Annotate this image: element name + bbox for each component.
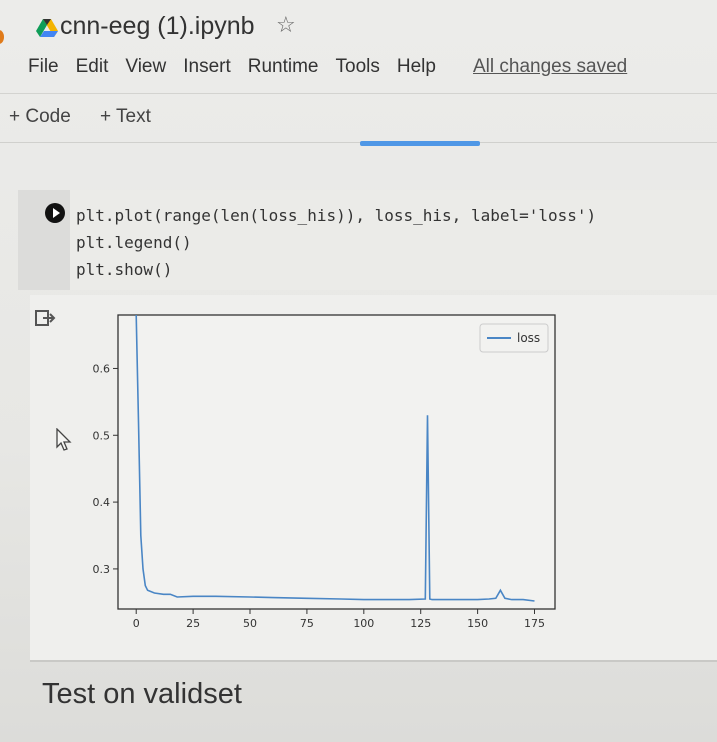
x-tick-label: 175: [524, 617, 545, 630]
drive-icon[interactable]: [36, 18, 58, 43]
x-axis: 0 25 50 75 100 125 150 175: [133, 609, 545, 630]
toolbar: + Code + Text: [0, 93, 717, 143]
add-code-button[interactable]: + Code: [9, 106, 71, 128]
y-tick-label: 0.6: [93, 362, 111, 375]
code-line: plt.show(): [76, 260, 173, 279]
loss-chart: 0.3 0.4 0.5 0.6 0 25 50 75 100 125 150 175 loss: [93, 314, 556, 630]
section-heading: Test on validset: [42, 678, 242, 710]
x-tick-label: 125: [410, 617, 431, 630]
x-tick-label: 50: [243, 617, 257, 630]
save-status[interactable]: All changes saved: [473, 56, 627, 78]
x-tick-label: 75: [300, 617, 314, 630]
code-line: plt.legend(): [76, 233, 192, 252]
plot-area: [117, 314, 556, 610]
side-indicator: [0, 30, 4, 44]
header: cnn-eeg (1).ipynb ☆ File Edit View Inser…: [0, 0, 717, 95]
y-tick-label: 0.4: [93, 496, 111, 509]
y-tick-label: 0.5: [93, 429, 111, 442]
output-toggle-icon[interactable]: [34, 308, 56, 333]
menu-insert[interactable]: Insert: [183, 56, 231, 78]
x-tick-label: 150: [467, 617, 488, 630]
menu-tools[interactable]: Tools: [336, 56, 380, 78]
menu-view[interactable]: View: [125, 56, 166, 78]
colab-screen: cnn-eeg (1).ipynb ☆ File Edit View Inser…: [0, 0, 717, 742]
scroll-indicator: [360, 141, 480, 146]
menu-edit[interactable]: Edit: [76, 56, 109, 78]
add-text-button[interactable]: + Text: [100, 106, 151, 128]
code-cell[interactable]: plt.plot(range(len(loss_his)), loss_his,…: [18, 190, 717, 290]
y-axis: 0.3 0.4 0.5 0.6: [93, 362, 118, 576]
code-text[interactable]: plt.plot(range(len(loss_his)), loss_his,…: [76, 202, 596, 283]
cell-gutter: [18, 190, 70, 290]
chart-legend: loss: [479, 323, 549, 353]
code-line: plt.plot(range(len(loss_his)), loss_his,…: [76, 206, 597, 225]
x-tick-label: 100: [353, 617, 374, 630]
run-cell-button[interactable]: [45, 203, 65, 223]
star-icon[interactable]: ☆: [276, 12, 296, 38]
menu-bar: File Edit View Insert Runtime Tools Help: [28, 56, 453, 78]
y-tick-label: 0.3: [93, 563, 111, 576]
mouse-pointer-icon: [56, 427, 72, 457]
legend-label: loss: [517, 331, 540, 345]
notebook-title[interactable]: cnn-eeg (1).ipynb: [60, 12, 255, 41]
x-tick-label: 0: [133, 617, 140, 630]
x-tick-label: 25: [186, 617, 200, 630]
menu-file[interactable]: File: [28, 56, 59, 78]
menu-help[interactable]: Help: [397, 56, 436, 78]
menu-runtime[interactable]: Runtime: [248, 56, 319, 78]
